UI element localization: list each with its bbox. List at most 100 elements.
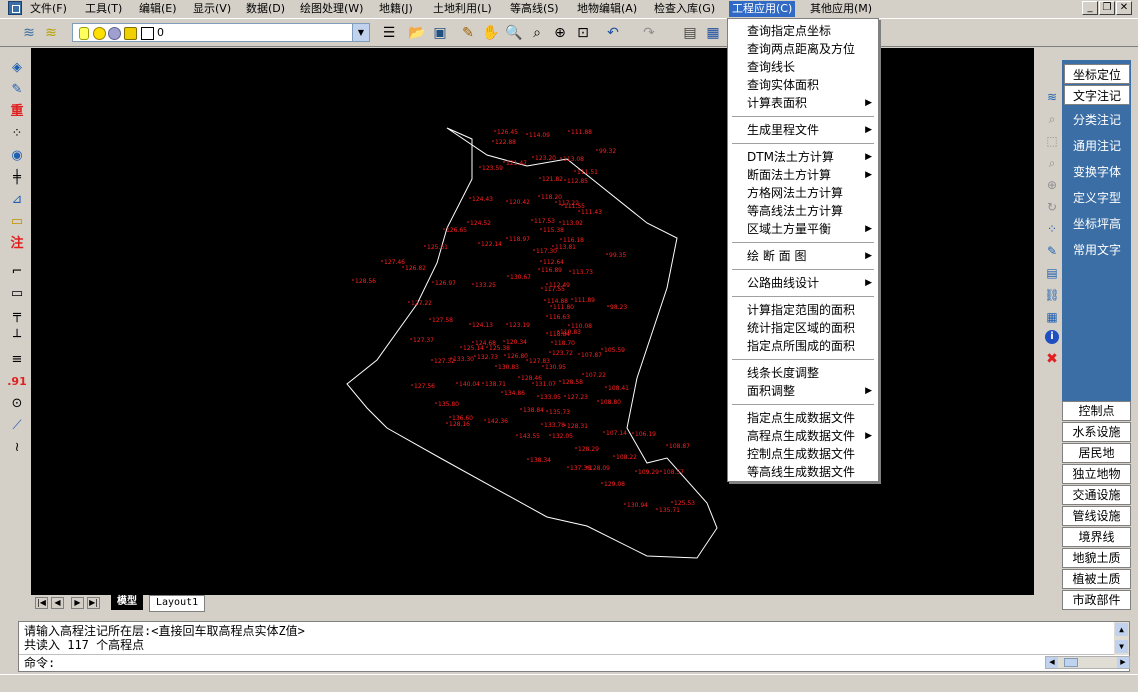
stairs-icon[interactable]: ≡ [5,350,29,370]
camera-icon[interactable]: ◉ [5,146,29,166]
elevation-point[interactable] [549,351,551,353]
elevation-point[interactable] [495,365,497,367]
panel-residential[interactable]: 居民地 [1062,443,1131,463]
zoom-realtime-icon[interactable]: 🔍 [505,24,523,42]
pencil-icon[interactable]: ✎ [459,24,477,42]
elevation-point[interactable] [635,470,637,472]
panel-common-text[interactable]: 常用文字 [1064,240,1130,260]
elevation-point[interactable] [569,270,571,272]
elevation-point[interactable] [435,402,437,404]
elevation-point[interactable] [559,221,561,223]
elevation-point[interactable] [516,434,518,436]
elevation-point[interactable] [582,373,584,375]
elevation-point[interactable] [478,242,480,244]
elevation-point[interactable] [460,346,462,348]
elevation-point[interactable] [660,470,662,472]
dropdown-item[interactable]: 面积调整 ▶ [728,382,878,400]
dropdown-item[interactable]: 公路曲线设计 ▶ [728,274,878,292]
grid-nodes-icon[interactable]: ⁘ [5,124,29,144]
pan-icon[interactable]: ✋ [482,24,500,42]
menu-land-use[interactable]: 土地利用(L) [430,1,495,17]
horizontal-scrollbar[interactable]: ◀ ▶ [1045,656,1130,669]
last-tab-icon[interactable]: ▶| [87,597,100,609]
command-scrollbar[interactable]: ▲ ▼ [1114,622,1129,655]
info-icon[interactable]: i [1045,330,1059,344]
circle-icon[interactable]: ⊙ [5,394,29,414]
elevation-point[interactable] [671,501,673,503]
elevation-point[interactable] [540,228,542,230]
layer-combo[interactable]: 0 ▼ [72,23,370,42]
elevation-point[interactable] [411,384,413,386]
zoom-in-icon[interactable]: ⊕ [551,24,569,42]
elevation-point[interactable] [540,260,542,262]
elevation-point[interactable] [526,359,528,361]
menu-edit[interactable]: 编辑(E) [136,1,180,17]
elevation-point[interactable] [544,299,546,301]
dropdown-item[interactable]: 线条长度调整 [728,364,878,382]
elevation-point[interactable] [431,359,433,361]
road-icon[interactable]: ╤ [5,306,29,326]
tab-layout1[interactable]: Layout1 [149,595,206,612]
elevation-point[interactable] [402,266,404,268]
freeze-icon[interactable] [108,27,121,40]
dropdown-item[interactable]: 高程点生成数据文件 ▶ [728,427,878,445]
elevation-point[interactable] [574,170,576,172]
curve-icon[interactable]: ≀ [5,438,29,458]
elevation-point[interactable] [432,281,434,283]
elevation-point[interactable] [443,228,445,230]
redo-icon[interactable]: ↷ [640,24,658,42]
elevation-point[interactable] [632,432,634,434]
nodes-icon[interactable]: ⁘ [1043,220,1061,238]
elevation-point[interactable] [532,382,534,384]
elevation-point[interactable] [613,455,615,457]
elevation-point[interactable] [446,422,448,424]
elevation-point[interactable] [605,386,607,388]
panel-independent-feature[interactable]: 独立地物 [1062,464,1131,484]
dropdown-item[interactable]: 断面法土方计算 ▶ [728,166,878,184]
calculator-icon[interactable]: ▦ [704,24,722,42]
pick-icon[interactable]: ⌕ [1043,154,1061,172]
zoom-icon[interactable]: ⊕ [1043,176,1061,194]
measure-icon[interactable]: ⊿ [5,190,29,210]
elevation-point[interactable] [449,416,451,418]
delete-icon[interactable]: ✖ [1043,350,1061,368]
elevation-point[interactable] [518,376,520,378]
panel-water-facility[interactable]: 水系设施 [1062,422,1131,442]
panel-define-font[interactable]: 定义字型 [1064,188,1130,208]
menu-contour[interactable]: 等高线(S) [507,1,562,17]
dropdown-item[interactable]: 统计指定区域的面积 [728,319,878,337]
save-icon[interactable]: ▣ [431,24,449,42]
elevation-point[interactable] [486,346,488,348]
dropdown-item[interactable]: 区域土方量平衡 ▶ [728,220,878,238]
scroll-down-icon[interactable]: ▼ [1115,640,1128,653]
point-style-icon[interactable]: ◈ [5,58,29,78]
panel-municipal-parts[interactable]: 市政部件 [1062,590,1131,610]
elevation-point[interactable] [560,157,562,159]
elevation-point[interactable] [542,365,544,367]
elevation-point[interactable] [501,391,503,393]
next-tab-icon[interactable]: ▶ [71,597,84,609]
dropdown-item[interactable]: 查询实体面积 [728,76,878,94]
dropdown-item[interactable]: 查询两点距离及方位 [728,40,878,58]
elevation-point[interactable] [575,447,577,449]
elevation-point[interactable] [546,283,548,285]
dropdown-item[interactable]: 指定点生成数据文件 [728,409,878,427]
elevation-point[interactable] [568,324,570,326]
layers-icon[interactable]: ≋ [20,24,38,42]
rectangle-icon[interactable]: ▭ [5,284,29,304]
elevation-point[interactable] [546,315,548,317]
sun-icon[interactable] [93,27,106,40]
dropdown-item[interactable]: 生成里程文件 ▶ [728,121,878,139]
elevation-point[interactable] [539,177,541,179]
stack-icon[interactable]: ≋ [1043,88,1061,106]
scroll-right-icon[interactable]: ▶ [1117,657,1129,668]
bulb-icon[interactable] [79,27,89,40]
elevation-point[interactable] [474,355,476,357]
minimize-icon[interactable]: _ [1082,1,1098,15]
menu-file[interactable]: 文件(F) [27,1,70,17]
command-window[interactable]: 请输入高程注记所在层:<直接回车取高程点实体Z值> 共读入 117 个高程点 命… [18,621,1130,672]
elevation-point[interactable] [467,221,469,223]
elevation-point[interactable] [601,348,603,350]
ruler-icon[interactable]: ▭ [5,212,29,232]
elevation-point[interactable] [603,431,605,433]
